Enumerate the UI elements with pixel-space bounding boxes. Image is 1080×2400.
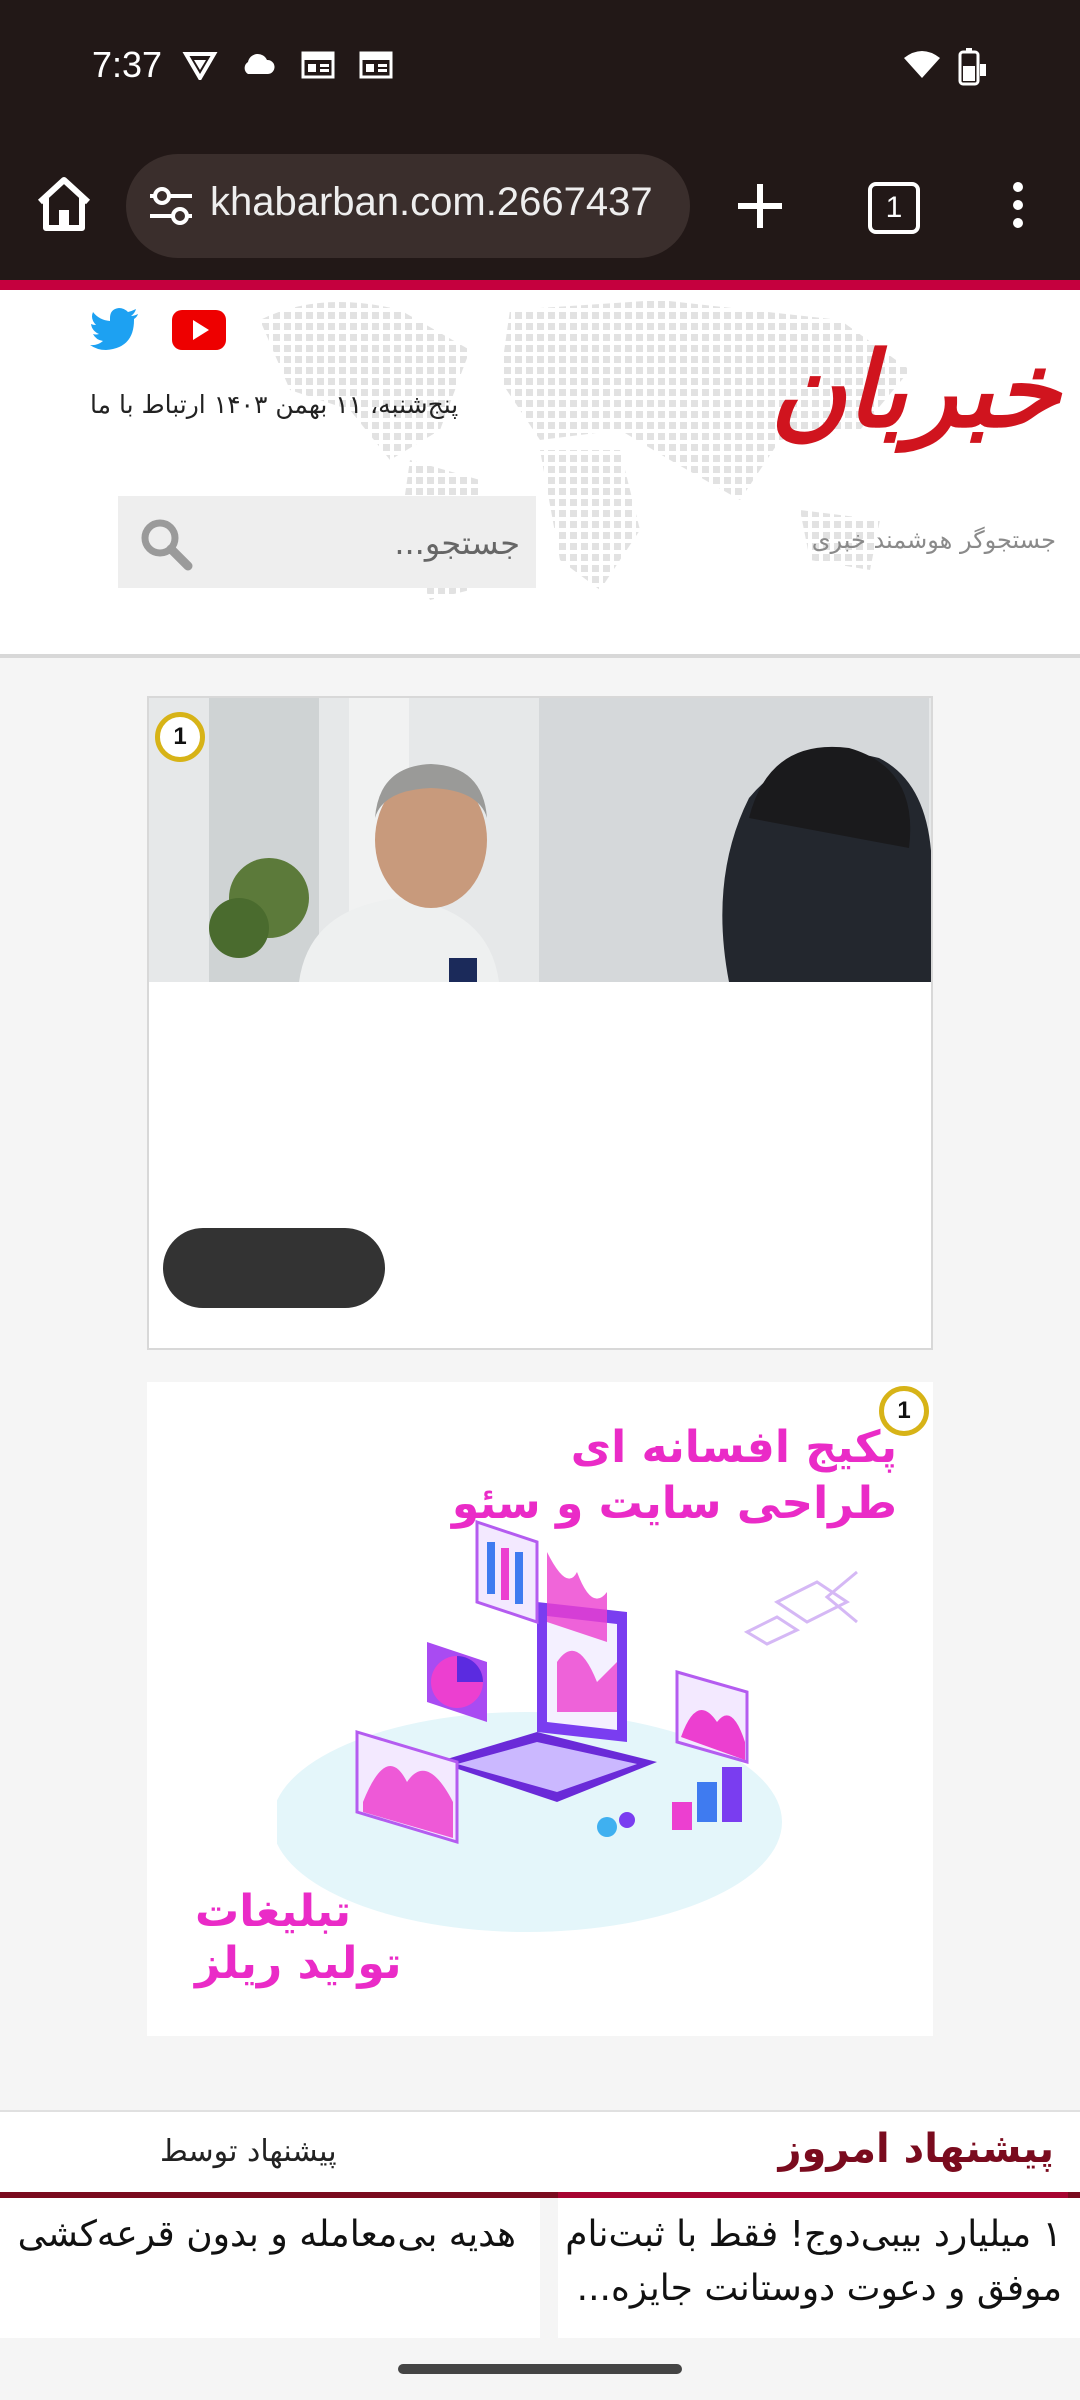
search-icon[interactable] (136, 514, 196, 574)
gesture-home-indicator[interactable] (398, 2364, 682, 2374)
overflow-menu-icon[interactable] (1000, 180, 1036, 230)
news-icon (301, 51, 335, 79)
twitter-icon[interactable] (90, 308, 140, 352)
battery-icon (958, 48, 986, 86)
video-ad[interactable]: 1 (147, 696, 933, 1350)
news-divider (540, 2198, 558, 2338)
tab-switcher-button[interactable]: 1 (868, 182, 920, 234)
search-box (118, 496, 536, 588)
tab-sponsored-suggestions[interactable]: پیشنهاد توسط (160, 2134, 337, 2169)
url-bar[interactable]: 2667437.khabarban.com (126, 154, 690, 258)
web-design-ad[interactable]: 1 پکیج افسانه ای طراحی سایت و سئو تبلیغا… (147, 1382, 933, 2036)
analytics-laptop-illustration (277, 1519, 858, 1932)
status-time: 7:37 (92, 44, 163, 85)
video-thumbnail[interactable]: 1 (149, 698, 931, 982)
youtube-icon[interactable] (172, 310, 226, 350)
ad-cta-button[interactable] (163, 1228, 385, 1308)
cloud-icon (244, 53, 275, 74)
date-and-contact[interactable]: پنج‌شنبه، ۱۱ بهمن ۱۴۰۳ ارتباط با ما (90, 390, 490, 419)
ad-footer-line2: تولید ریلز (195, 1938, 402, 1989)
tab-today-suggestions[interactable]: پیشنهاد امروز (778, 2126, 1054, 2172)
vpn-icon (182, 52, 218, 80)
url-text[interactable]: 2667437.khabarban.com (210, 180, 676, 230)
new-tab-icon[interactable] (730, 176, 790, 236)
accent-line (0, 280, 1080, 290)
ad-footer-line1: تبلیغات (195, 1886, 351, 1937)
news-icon (359, 51, 393, 79)
status-bar: 7:37 (0, 0, 1080, 140)
news-tabs: پیشنهاد امروز پیشنهاد توسط (0, 2110, 1080, 2196)
site-tagline: جستجوگر هوشمند خبری (811, 526, 1056, 554)
site-logo[interactable]: خبربان (720, 330, 1060, 460)
home-icon[interactable] (32, 172, 96, 236)
news-item[interactable]: ۱ میلیارد بیبی‌دوج! فقط با ثبت‌نام موفق … (552, 2208, 1062, 2316)
wifi-icon (904, 51, 940, 78)
ad-badge: 1 (155, 712, 205, 762)
news-item[interactable]: هدیه بی‌معامله و بدون قرعه‌کشی (16, 2208, 516, 2262)
site-header: پنج‌شنبه، ۱۱ بهمن ۱۴۰۳ ارتباط با ما خبرب… (0, 290, 1080, 658)
ad-headline: پکیج افسانه ای (570, 1422, 897, 1473)
search-input[interactable] (218, 514, 522, 572)
site-settings-icon[interactable] (148, 184, 194, 228)
interview-scene (149, 698, 931, 982)
